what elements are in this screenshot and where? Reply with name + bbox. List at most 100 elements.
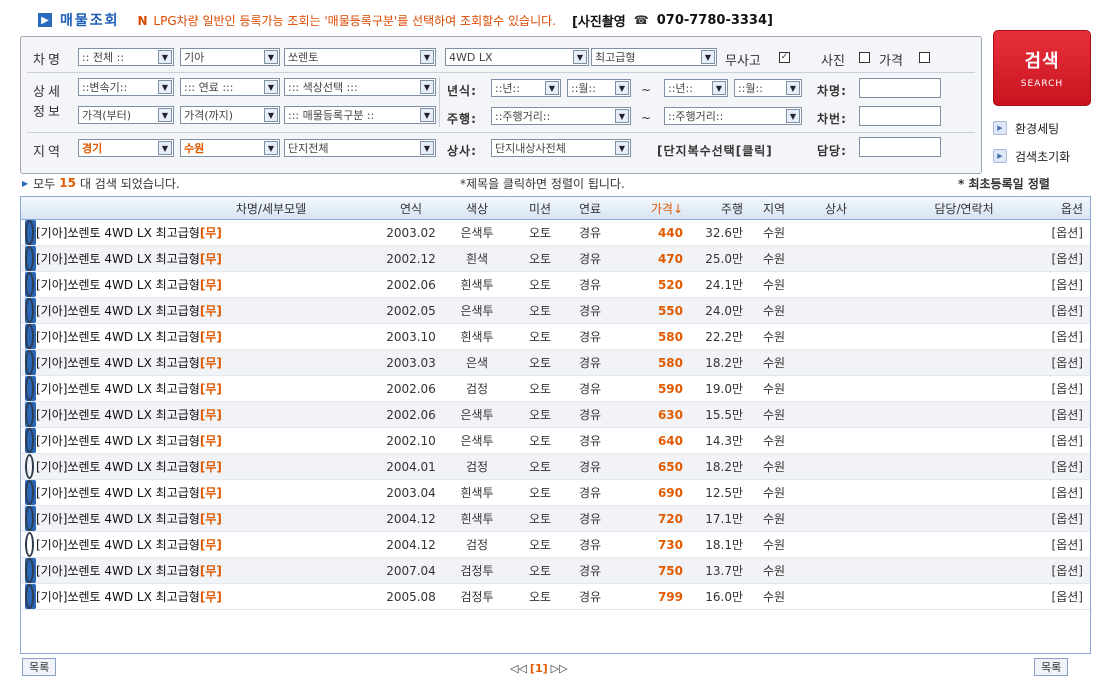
car-name-link[interactable]: [기아]쏘렌토 4WD LX 최고급형 [무] — [25, 272, 222, 297]
mileage-to-select[interactable]: ::주행거리:: ▼ — [664, 107, 802, 125]
table-row[interactable]: [기아]쏘렌토 4WD LX 최고급형 [무] 2002.06 흰색투 오토 경유 520 2… — [21, 272, 1090, 298]
magnifier-icon[interactable] — [25, 454, 34, 479]
last-page-icon[interactable]: ▷▷ — [551, 662, 568, 675]
grade-select[interactable]: 최고급형 ▼ — [591, 48, 717, 66]
magnifier-icon[interactable] — [25, 402, 34, 427]
column-header[interactable]: 옵션 — [1047, 197, 1083, 219]
year-from-select[interactable]: ::년:: ▼ — [491, 79, 561, 97]
photo-checkbox[interactable] — [859, 52, 870, 63]
page-current[interactable]: [1] — [530, 662, 548, 675]
column-header[interactable]: 차명/세부모델 — [171, 197, 371, 219]
option-link[interactable]: [옵션] — [1047, 480, 1083, 505]
table-row[interactable]: [기아]쏘렌토 4WD LX 최고급형 [무] 2003.03 은색 오토 경유 580 18… — [21, 350, 1090, 376]
table-row[interactable]: [기아]쏘렌토 4WD LX 최고급형 [무] 2004.01 검정 오토 경유 650 18… — [21, 454, 1090, 480]
magnifier-icon[interactable] — [25, 246, 34, 271]
region-select[interactable]: 경기 ▼ — [78, 139, 174, 157]
column-header[interactable]: 담당/연락처 — [919, 197, 1009, 219]
table-row[interactable]: [기아]쏘렌토 4WD LX 최고급형 [무] 2002.06 은색투 오토 경유 630 1… — [21, 402, 1090, 428]
option-link[interactable]: [옵션] — [1047, 376, 1083, 401]
list-button-right[interactable]: 목록 — [1034, 658, 1069, 676]
table-row[interactable]: [기아]쏘렌토 4WD LX 최고급형 [무] 2002.05 은색투 오토 경유 550 2… — [21, 298, 1090, 324]
option-link[interactable]: [옵션] — [1047, 350, 1083, 375]
color-select[interactable]: ::: 색상선택 ::: ▼ — [284, 78, 436, 96]
search-button[interactable]: 검색 SEARCH — [993, 30, 1091, 106]
option-link[interactable]: [옵션] — [1047, 220, 1083, 245]
magnifier-icon[interactable] — [25, 558, 34, 583]
option-link[interactable]: [옵션] — [1047, 324, 1083, 349]
magnifier-icon[interactable] — [25, 350, 34, 375]
column-header[interactable]: 색상 — [457, 197, 497, 219]
option-link[interactable]: [옵션] — [1047, 584, 1083, 609]
accident-free-checkbox[interactable]: ✓ — [779, 52, 790, 63]
reset-search-button[interactable]: ▶ 검색초기화 — [993, 146, 1091, 166]
multi-complex-select-link[interactable]: [단지복수선택[클릭] — [657, 142, 773, 159]
reg-type-select[interactable]: ::: 매물등록구분 :: ▼ — [284, 106, 436, 124]
table-row[interactable]: [기아]쏘렌토 4WD LX 최고급형 [무] 2003.02 은색투 오토 경유 440 3… — [21, 220, 1090, 246]
table-row[interactable]: [기아]쏘렌토 4WD LX 최고급형 [무] 2005.08 검정투 오토 경유 799 1… — [21, 584, 1090, 610]
settings-button[interactable]: ▶ 환경세팅 — [993, 118, 1091, 138]
car-name-link[interactable]: [기아]쏘렌토 4WD LX 최고급형 [무] — [25, 506, 222, 531]
complex-select[interactable]: 단지전체 ▼ — [284, 139, 436, 157]
month-to-select[interactable]: ::월:: ▼ — [734, 79, 802, 97]
option-link[interactable]: [옵션] — [1047, 298, 1083, 323]
car-name-link[interactable]: [기아]쏘렌토 4WD LX 최고급형 [무] — [25, 428, 222, 453]
magnifier-icon[interactable] — [25, 220, 34, 245]
price-checkbox[interactable] — [919, 52, 930, 63]
table-row[interactable]: [기아]쏘렌토 4WD LX 최고급형 [무] 2003.04 흰색투 오토 경유 690 1… — [21, 480, 1090, 506]
table-row[interactable]: [기아]쏘렌토 4WD LX 최고급형 [무] 2003.10 흰색투 오토 경유 580 2… — [21, 324, 1090, 350]
city-select[interactable]: 수원 ▼ — [180, 139, 280, 157]
option-link[interactable]: [옵션] — [1047, 454, 1083, 479]
magnifier-icon[interactable] — [25, 428, 34, 453]
option-link[interactable]: [옵션] — [1047, 402, 1083, 427]
price-from-select[interactable]: 가격(부터) ▼ — [78, 106, 174, 124]
table-row[interactable]: [기아]쏘렌토 4WD LX 최고급형 [무] 2004.12 검정 오토 경유 730 18… — [21, 532, 1090, 558]
car-name-link[interactable]: [기아]쏘렌토 4WD LX 최고급형 [무] — [25, 220, 222, 245]
table-row[interactable]: [기아]쏘렌토 4WD LX 최고급형 [무] 2004.12 흰색투 오토 경유 720 1… — [21, 506, 1090, 532]
table-row[interactable]: [기아]쏘렌토 4WD LX 최고급형 [무] 2007.04 검정투 오토 경유 750 1… — [21, 558, 1090, 584]
table-row[interactable]: [기아]쏘렌토 4WD LX 최고급형 [무] 2002.12 흰색 오토 경유 470 25… — [21, 246, 1090, 272]
transmission-select[interactable]: ::변속기:: ▼ — [78, 78, 174, 96]
magnifier-icon[interactable] — [25, 324, 34, 349]
year-to-select[interactable]: ::년:: ▼ — [664, 79, 728, 97]
mileage-from-select[interactable]: ::주행거리:: ▼ — [491, 107, 631, 125]
car-name-link[interactable]: [기아]쏘렌토 4WD LX 최고급형 [무] — [25, 246, 222, 271]
table-row[interactable]: [기아]쏘렌토 4WD LX 최고급형 [무] 2002.06 검정 오토 경유 590 19… — [21, 376, 1090, 402]
column-header[interactable]: 상사 — [821, 197, 851, 219]
magnifier-icon[interactable] — [25, 532, 34, 557]
car-name-link[interactable]: [기아]쏘렌토 4WD LX 최고급형 [무] — [25, 584, 222, 609]
magnifier-icon[interactable] — [25, 298, 34, 323]
column-header[interactable]: 미션 — [525, 197, 555, 219]
car-name-link[interactable]: [기아]쏘렌토 4WD LX 최고급형 [무] — [25, 324, 222, 349]
column-header[interactable]: 주행 — [709, 197, 743, 219]
magnifier-icon[interactable] — [25, 506, 34, 531]
option-link[interactable]: [옵션] — [1047, 428, 1083, 453]
list-button-left[interactable]: 목록 — [22, 658, 57, 676]
option-link[interactable]: [옵션] — [1047, 506, 1083, 531]
car-name-link[interactable]: [기아]쏘렌토 4WD LX 최고급형 [무] — [25, 480, 222, 505]
car-name-link[interactable]: [기아]쏘렌토 4WD LX 최고급형 [무] — [25, 376, 222, 401]
car-name-link[interactable]: [기아]쏘렌토 4WD LX 최고급형 [무] — [25, 402, 222, 427]
car-name-link[interactable]: [기아]쏘렌토 4WD LX 최고급형 [무] — [25, 532, 222, 557]
dealer-select[interactable]: 단지내상사전체 ▼ — [491, 139, 631, 157]
trim-select[interactable]: 4WD LX ▼ — [445, 48, 589, 66]
column-header[interactable]: 연료 — [575, 197, 605, 219]
car-name-link[interactable]: [기아]쏘렌토 4WD LX 최고급형 [무] — [25, 558, 222, 583]
month-from-select[interactable]: ::월:: ▼ — [567, 79, 631, 97]
column-header[interactable]: 가격↓ — [635, 197, 683, 219]
price-to-select[interactable]: 가격(까지) ▼ — [180, 106, 280, 124]
magnifier-icon[interactable] — [25, 584, 34, 609]
sort-first-registered-link[interactable]: * 최초등록일 정렬 — [958, 174, 1050, 192]
manager-input[interactable] — [859, 137, 941, 157]
first-page-icon[interactable]: ◁◁ — [510, 662, 527, 675]
option-link[interactable]: [옵션] — [1047, 532, 1083, 557]
category-select[interactable]: :: 전체 :: ▼ — [78, 48, 174, 66]
column-header[interactable]: 지역 — [759, 197, 789, 219]
magnifier-icon[interactable] — [25, 480, 34, 505]
model-select[interactable]: 쏘렌토 ▼ — [284, 48, 436, 66]
option-link[interactable]: [옵션] — [1047, 272, 1083, 297]
fuel-select[interactable]: ::: 연료 ::: ▼ — [180, 78, 280, 96]
option-link[interactable]: [옵션] — [1047, 246, 1083, 271]
plate-input[interactable] — [859, 106, 941, 126]
car-name-input[interactable] — [859, 78, 941, 98]
car-name-link[interactable]: [기아]쏘렌토 4WD LX 최고급형 [무] — [25, 298, 222, 323]
